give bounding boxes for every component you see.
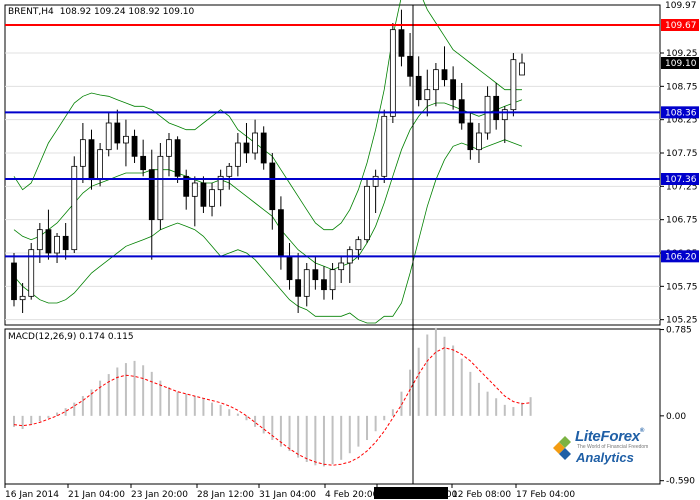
candle-body	[79, 139, 86, 167]
candle-body	[105, 122, 112, 151]
candle-body	[209, 189, 215, 207]
macd-tick-label: 0.785	[666, 326, 692, 336]
candle-body	[476, 132, 482, 151]
candle-body	[372, 175, 379, 187]
candle-body	[295, 279, 302, 297]
candle-body	[36, 229, 43, 251]
price-tick-label: 105.25	[666, 316, 698, 326]
candle-body	[226, 165, 233, 177]
candle-body	[329, 269, 336, 291]
candle-body	[260, 132, 267, 164]
candle-body	[364, 185, 370, 241]
price-tick-label: 106.75	[666, 216, 698, 226]
candle-body	[312, 269, 319, 281]
candle-body	[148, 169, 155, 221]
candle-body	[321, 279, 327, 291]
logo-sub: Analytics	[576, 450, 634, 465]
macd-tick-label: -0.590	[666, 477, 695, 487]
candle-body	[19, 295, 26, 301]
candle-body	[252, 132, 258, 154]
level-tag: 107.36	[665, 175, 697, 185]
candle-body	[286, 255, 293, 281]
candle-body	[355, 239, 362, 251]
candle-body	[200, 182, 207, 207]
macd-tick-label: 0.00	[666, 412, 686, 422]
candle-body	[123, 135, 129, 144]
current-price-tag: 109.10	[665, 59, 697, 69]
price-tick-label: 105.75	[666, 282, 698, 292]
candle-body	[88, 139, 95, 181]
candle-body	[415, 75, 422, 101]
candle-body	[338, 262, 345, 271]
time-tick-label: 17 Feb 04:00	[516, 490, 575, 500]
candle-body	[519, 62, 525, 76]
candle-body	[510, 59, 517, 111]
time-tick-label: 21 Jan 04:00	[68, 490, 125, 500]
candle-body	[114, 122, 121, 144]
levels	[5, 24, 660, 258]
candle-body	[501, 109, 508, 121]
candle-body	[441, 69, 448, 81]
candle-body	[131, 135, 138, 157]
candle-body	[458, 99, 465, 124]
candle-body	[432, 69, 439, 91]
candle-body	[62, 235, 69, 251]
band-upper	[13, 0, 522, 231]
price-tick-label: 108.75	[666, 82, 698, 92]
candle-body	[424, 89, 431, 101]
candle-body	[450, 79, 457, 101]
level-tag: 109.67	[665, 21, 697, 31]
candle-body	[191, 182, 198, 197]
candle-body	[140, 155, 147, 171]
band-middle	[13, 99, 523, 271]
candle-body	[157, 155, 164, 221]
symbol-label: BRENT,H4	[8, 7, 54, 17]
candles	[11, 9, 525, 313]
candle-body	[484, 95, 491, 134]
candle-body	[278, 209, 284, 257]
candle-body	[381, 115, 388, 177]
time-tick-label: 4 Feb 20:00	[325, 490, 379, 500]
candle-body	[234, 142, 241, 167]
candle-body	[389, 29, 396, 117]
time-tick-label: 2014.02.10 16:00	[377, 490, 458, 500]
candle-body	[269, 162, 276, 211]
logo-reg: ®	[639, 428, 644, 434]
time-tick-label: 31 Jan 04:00	[259, 490, 316, 500]
candle-body	[54, 235, 60, 254]
time-tick-label: 23 Jan 20:00	[131, 490, 188, 500]
level-tag: 106.20	[665, 252, 697, 262]
logo-name: LiteForex	[575, 428, 640, 445]
candle-body	[45, 229, 52, 254]
candle-body	[174, 139, 181, 177]
top-price-label: 109.97	[665, 1, 697, 11]
candle-body	[97, 149, 104, 181]
candle-body	[166, 139, 172, 157]
price-tick-label: 107.75	[666, 149, 698, 159]
time-tick-label: 16 Jan 2014	[5, 490, 59, 500]
macd-label: MACD(12,26,9) 0.174 0.115	[8, 332, 134, 342]
candle-body	[398, 29, 405, 57]
ohlc-label: 108.92 109.24 108.92 109.10	[60, 7, 195, 17]
liteforex-logo: LiteForex® The World of Financial Freedo…	[549, 426, 655, 465]
candle-body	[467, 122, 474, 151]
price-chart: 0.785 0.00 -0.590 109.25108.75108.25107.75…	[4, 0, 699, 500]
level-tag: 108.36	[665, 108, 697, 118]
candle-body	[11, 262, 17, 301]
candle-body	[303, 269, 310, 297]
time-tick-label: 12 Feb 08:00	[452, 490, 511, 500]
time-tick-label: 28 Jan 12:00	[197, 490, 254, 500]
candle-body	[243, 142, 250, 154]
chart-header: BRENT,H4 108.92 109.24 108.92 109.10	[8, 7, 195, 17]
candle-body	[407, 55, 413, 77]
candle-body	[493, 95, 500, 121]
price-axis: 109.25108.75108.25107.75107.25106.75106.…	[660, 1, 699, 326]
time-axis: 16 Jan 2014 21 Jan 04:00 23 Jan 20:00 28 Ja…	[4, 484, 575, 500]
logo-icon	[553, 436, 571, 460]
